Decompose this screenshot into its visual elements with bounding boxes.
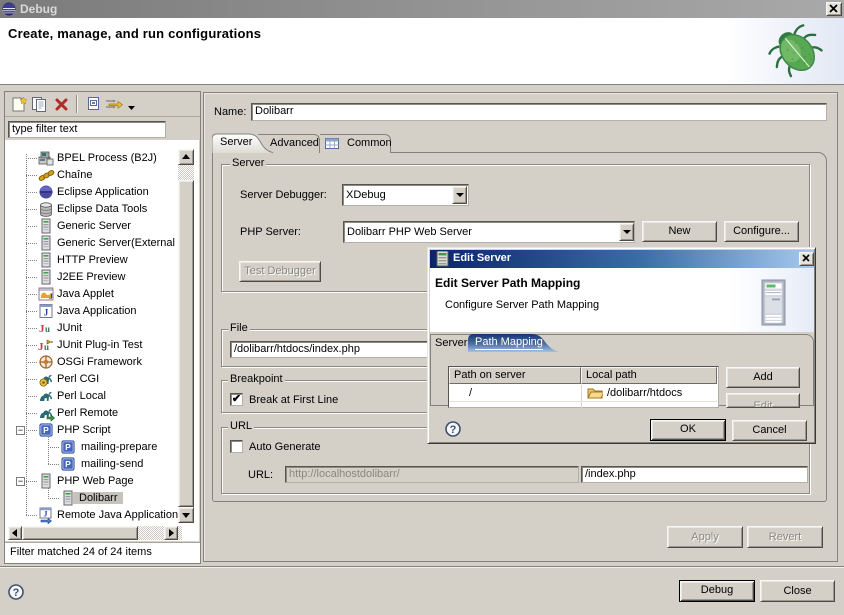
svg-text:P: P [43, 425, 49, 435]
svg-text:?: ? [13, 587, 20, 599]
svg-text:?: ? [450, 424, 457, 436]
svg-text:P: P [65, 459, 71, 469]
svg-text:u: u [45, 324, 50, 334]
svg-text:P: P [65, 442, 71, 452]
svg-text:J: J [49, 292, 53, 301]
svg-text:J: J [44, 510, 48, 519]
svg-text:J: J [44, 308, 49, 318]
